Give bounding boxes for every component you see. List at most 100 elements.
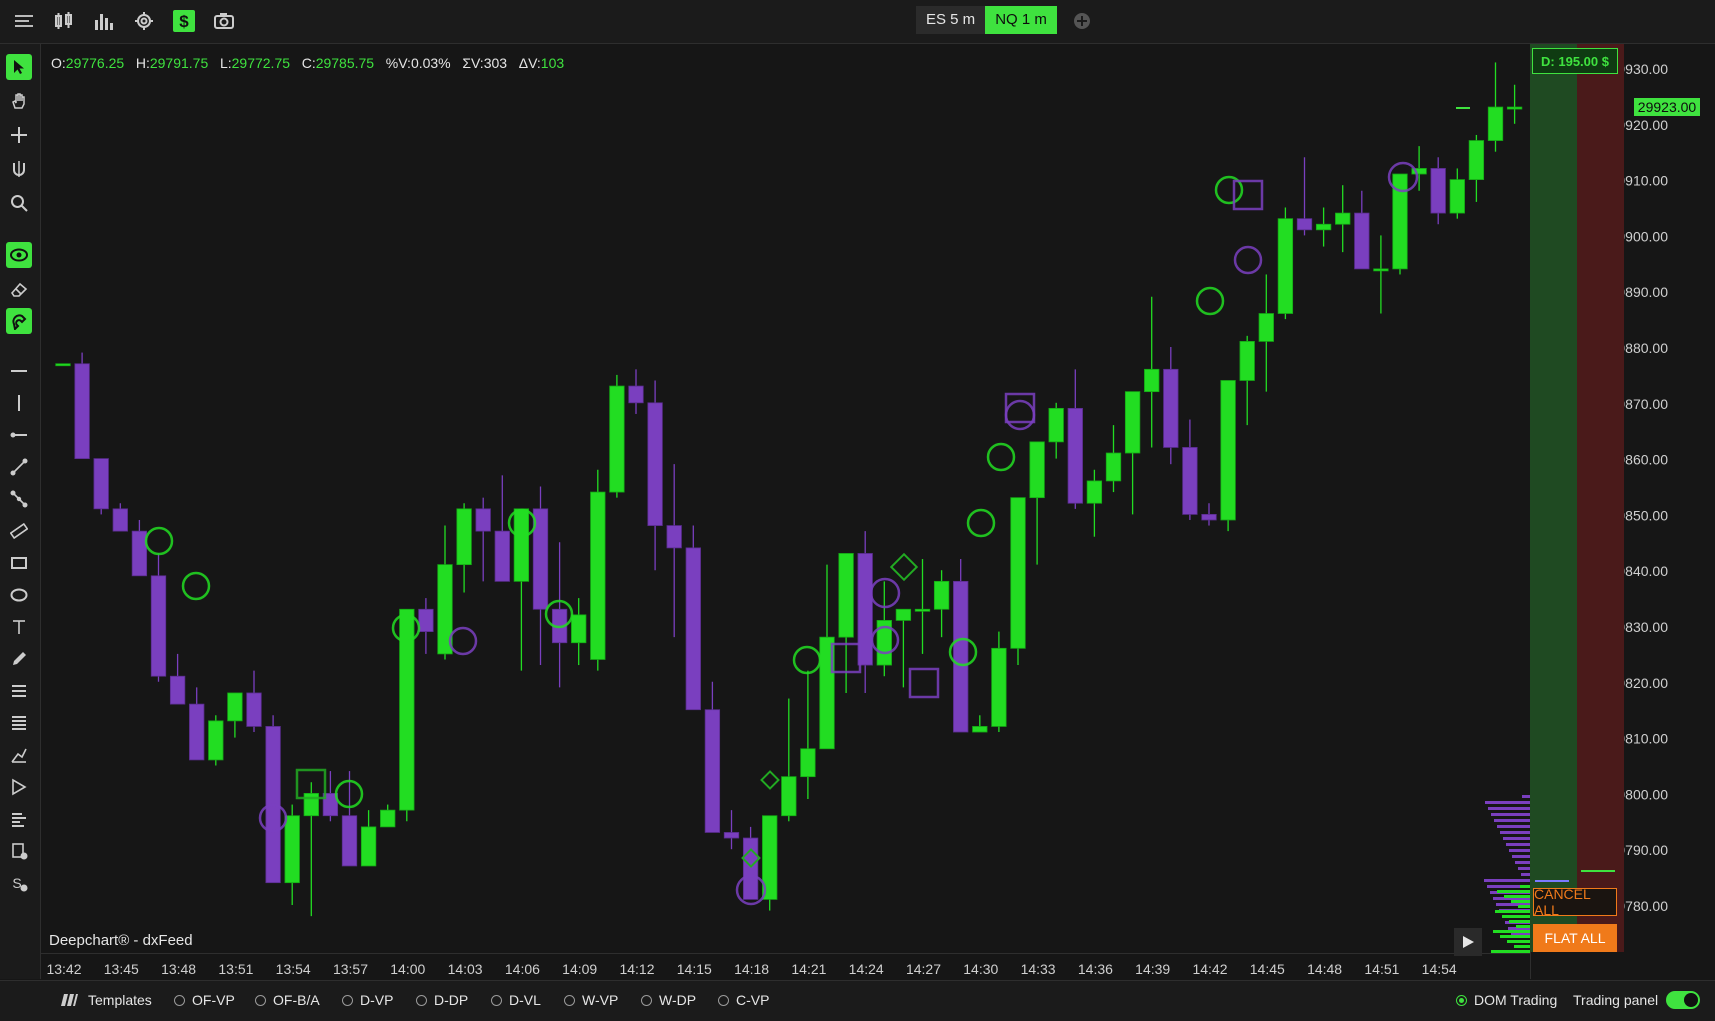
ohlc-deltavol-value: 103	[540, 55, 565, 71]
candle-body	[475, 508, 491, 532]
candle-body	[1315, 223, 1332, 231]
candle-body	[1067, 407, 1083, 504]
volume-profile-bar	[1503, 837, 1530, 840]
signal-circle	[1195, 286, 1225, 316]
candle-body	[781, 776, 797, 817]
radio-d-vl[interactable]: D-VL	[491, 992, 541, 1008]
ohlc-deltavol-label: ΔV:	[518, 55, 541, 71]
candle-body	[1335, 212, 1351, 225]
radio-w-vp[interactable]: W-VP	[564, 992, 618, 1008]
radio-w-dp[interactable]: W-DP	[641, 992, 696, 1008]
candle-body	[991, 647, 1007, 727]
volume-profile-bar	[1500, 935, 1530, 938]
chart-watermark: Deepchart® - dxFeed	[49, 932, 193, 949]
price-chart[interactable]: 29930.0029920.0029910.0029900.0029890.00…	[0, 0, 1715, 980]
volume-profile-bar	[1516, 925, 1530, 928]
signal-circle	[448, 626, 478, 656]
order-marker	[1535, 880, 1569, 882]
candle-body	[647, 402, 663, 526]
trading-panel-label: Trading panel	[1573, 992, 1659, 1008]
ohlc-low-label: L:	[219, 55, 232, 71]
signal-circle	[1004, 399, 1036, 431]
signal-circle	[181, 571, 211, 601]
ohlc-high-value: 29791.75	[149, 55, 209, 71]
signal-circle	[869, 577, 901, 609]
candle-body	[704, 709, 721, 833]
candle-body	[169, 675, 186, 705]
candle-body	[284, 815, 300, 884]
time-tick-label: 14:54	[1422, 961, 1457, 977]
candle-body	[666, 525, 682, 549]
signal-circle	[792, 645, 822, 675]
scroll-to-end-button[interactable]	[1454, 928, 1482, 956]
candle-body	[1220, 380, 1236, 521]
time-tick-label: 14:12	[619, 961, 654, 977]
time-tick-label: 14:33	[1021, 961, 1056, 977]
ask-column	[1577, 44, 1624, 952]
templates-button[interactable]: Templates	[60, 992, 152, 1008]
radio-c-vp[interactable]: C-VP	[718, 992, 769, 1008]
volume-profile-bar	[1520, 885, 1530, 888]
candle-body	[360, 826, 377, 867]
volume-profile-bar	[1507, 940, 1530, 943]
candle-body	[1373, 268, 1389, 272]
time-tick-label: 13:45	[104, 961, 139, 977]
ohlc-open-value: 29776.25	[65, 55, 125, 71]
candle-body	[628, 385, 644, 404]
radio-of-vp[interactable]: OF-VP	[174, 992, 235, 1008]
candle-body	[1201, 514, 1217, 521]
volume-profile-bar	[1509, 920, 1530, 923]
time-tick-label: 14:45	[1250, 961, 1285, 977]
radio-c-vp-label: C-VP	[736, 992, 770, 1008]
ohlc-close-value: 29785.75	[315, 55, 375, 71]
candle-body	[1182, 447, 1198, 515]
volume-profile-bar	[1514, 945, 1530, 948]
candle-body	[1144, 368, 1160, 393]
signal-square	[908, 667, 940, 699]
ohlc-sumvol-value: 303	[483, 55, 508, 71]
volume-profile-bar	[1495, 910, 1530, 913]
radio-d-dp[interactable]: D-DP	[416, 992, 468, 1008]
ohlc-open-label: O:	[51, 55, 66, 71]
dom-trading-radio[interactable]: DOM Trading	[1456, 992, 1557, 1008]
radio-d-vp[interactable]: D-VP	[342, 992, 393, 1008]
time-tick-label: 14:09	[562, 961, 597, 977]
candle-body	[1163, 368, 1179, 448]
radio-of-ba[interactable]: OF-B/A	[255, 992, 320, 1008]
bottom-bar: Templates OF-VP OF-B/A D-VP D-DP D-VL W-…	[0, 980, 1715, 1021]
time-axis-divider	[41, 953, 1530, 954]
radio-w-dp-label: W-DP	[659, 992, 697, 1008]
candle-body	[571, 614, 587, 644]
candle-body	[1239, 341, 1255, 381]
candle-body	[1258, 313, 1274, 342]
time-tick-label: 14:27	[906, 961, 941, 977]
volume-profile-bar	[1494, 819, 1530, 822]
candle-body	[838, 553, 854, 638]
radio-of-vp-label: OF-VP	[192, 992, 235, 1008]
candle-body	[1468, 140, 1485, 180]
time-tick-label: 14:36	[1078, 961, 1113, 977]
order-marker	[1581, 870, 1615, 872]
signal-square	[1232, 179, 1264, 211]
candle-body	[1506, 106, 1523, 110]
templates-label: Templates	[88, 992, 152, 1008]
volume-profile-bar	[1504, 895, 1530, 898]
candle-body	[380, 809, 396, 828]
candle-body	[1354, 212, 1370, 270]
flat-all-button[interactable]: FLAT ALL	[1533, 924, 1617, 952]
radio-w-vp-label: W-VP	[582, 992, 619, 1008]
volume-profile-bar	[1509, 849, 1530, 852]
candle-body	[685, 547, 701, 711]
trading-panel-toggle[interactable]: Trading panel	[1573, 991, 1701, 1009]
candle-body	[513, 508, 530, 582]
candle-body	[1277, 218, 1294, 314]
toggle-switch[interactable]	[1666, 991, 1701, 1009]
cancel-all-button[interactable]: CANCEL ALL	[1533, 886, 1617, 918]
time-tick-label: 14:21	[791, 961, 826, 977]
volume-profile-bar	[1521, 873, 1530, 876]
candle-body	[590, 491, 606, 660]
candle-body	[933, 580, 950, 610]
candle-body	[1029, 441, 1045, 499]
time-tick-label: 13:48	[161, 961, 196, 977]
dom-trading-label: DOM Trading	[1474, 992, 1558, 1008]
